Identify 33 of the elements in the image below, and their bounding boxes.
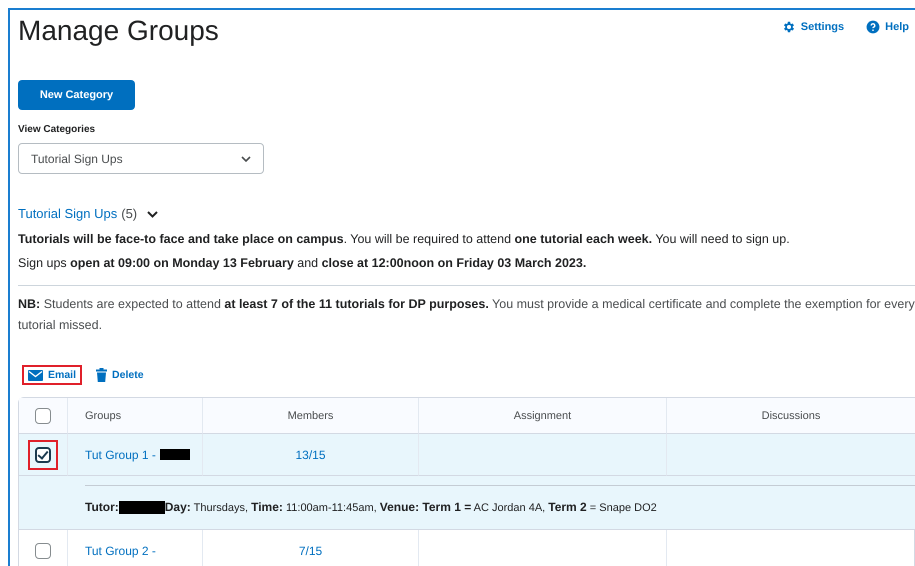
help-link[interactable]: Help [866,20,909,34]
chevron-down-icon[interactable] [147,211,158,218]
note-text: NB: Students are expected to attend at least 7 of the 11 tutorials for DP purposes. You must provide a medical certificate and complete the exemption for every tutorial missed. [18,296,915,334]
group-link[interactable]: Tut Group 2 - [85,544,156,558]
category-link[interactable]: Tutorial Sign Ups [18,206,118,221]
group-link[interactable]: Tut Group 1 - [85,448,156,462]
settings-link[interactable]: Settings [782,20,844,34]
envelope-icon [28,370,43,380]
field-label: View Categories [18,124,96,135]
redaction-bar [118,500,165,514]
checkbox[interactable] [35,542,51,558]
checkbox[interactable] [35,408,51,424]
category-description: Tutorials will be face-to face and take place on campus. You will be required to attend one tutorial each week. You will need to sign up. Sign ups open at 09:00 on Monday 13 February and close at 12:00noon on Friday 03 March 2023. [18,231,791,272]
help-icon [866,20,880,34]
column-header: Assignment [514,410,572,422]
tutor-label: Tutor: [85,500,119,514]
chevron-down-icon [241,156,251,162]
category-dropdown[interactable]: Tutorial Sign Ups [18,143,264,174]
column-header: Discussions [762,410,820,422]
member-count: 7/15 [298,544,322,558]
column-header: Members [288,410,334,422]
trash-icon [96,368,108,382]
session-details: Day: Thursdays, Time: 11:00am-11:45am, Venue: Term 1 = AC Jordan 4A, Term 2 = Snape DO2 [164,500,657,514]
gear-icon [782,20,796,34]
page-title: Manage Groups [18,14,219,48]
column-header: Groups [85,410,122,422]
member-count: 13/15 [295,448,326,462]
delete-button[interactable]: Delete [90,364,150,386]
checkbox[interactable] [35,446,51,462]
redaction-bar [160,449,190,460]
new-category-button[interactable]: New Category [18,80,135,110]
group-count: (5) [121,206,138,221]
email-button[interactable]: Email [22,365,82,385]
